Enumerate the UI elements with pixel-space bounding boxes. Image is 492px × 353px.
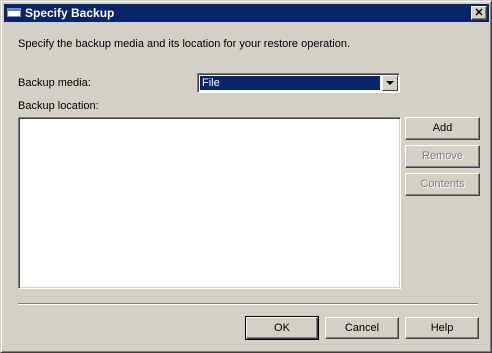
backup-location-label: Backup location: (18, 100, 99, 112)
window-title: Specify Backup (25, 6, 115, 20)
specify-backup-dialog: Specify Backup ✕ Specify the backup medi… (0, 0, 492, 353)
chevron-down-icon[interactable] (382, 75, 398, 91)
contents-button[interactable]: Contents (405, 173, 480, 196)
window-icon (7, 8, 21, 17)
backup-media-label: Backup media: (18, 77, 91, 89)
footer-separator (18, 303, 478, 305)
ok-button[interactable]: OK (245, 316, 319, 340)
backup-location-list[interactable] (18, 117, 401, 289)
cancel-button[interactable]: Cancel (325, 317, 399, 339)
title-bar[interactable]: Specify Backup ✕ (4, 4, 489, 22)
help-button[interactable]: Help (405, 317, 479, 339)
backup-media-value: File (200, 76, 380, 90)
dialog-description: Specify the backup media and its locatio… (18, 38, 351, 50)
close-icon: ✕ (474, 7, 484, 19)
backup-media-select[interactable]: File (197, 73, 400, 93)
remove-button[interactable]: Remove (405, 145, 480, 168)
close-button[interactable]: ✕ (471, 6, 487, 20)
add-button[interactable]: Add (405, 117, 480, 140)
